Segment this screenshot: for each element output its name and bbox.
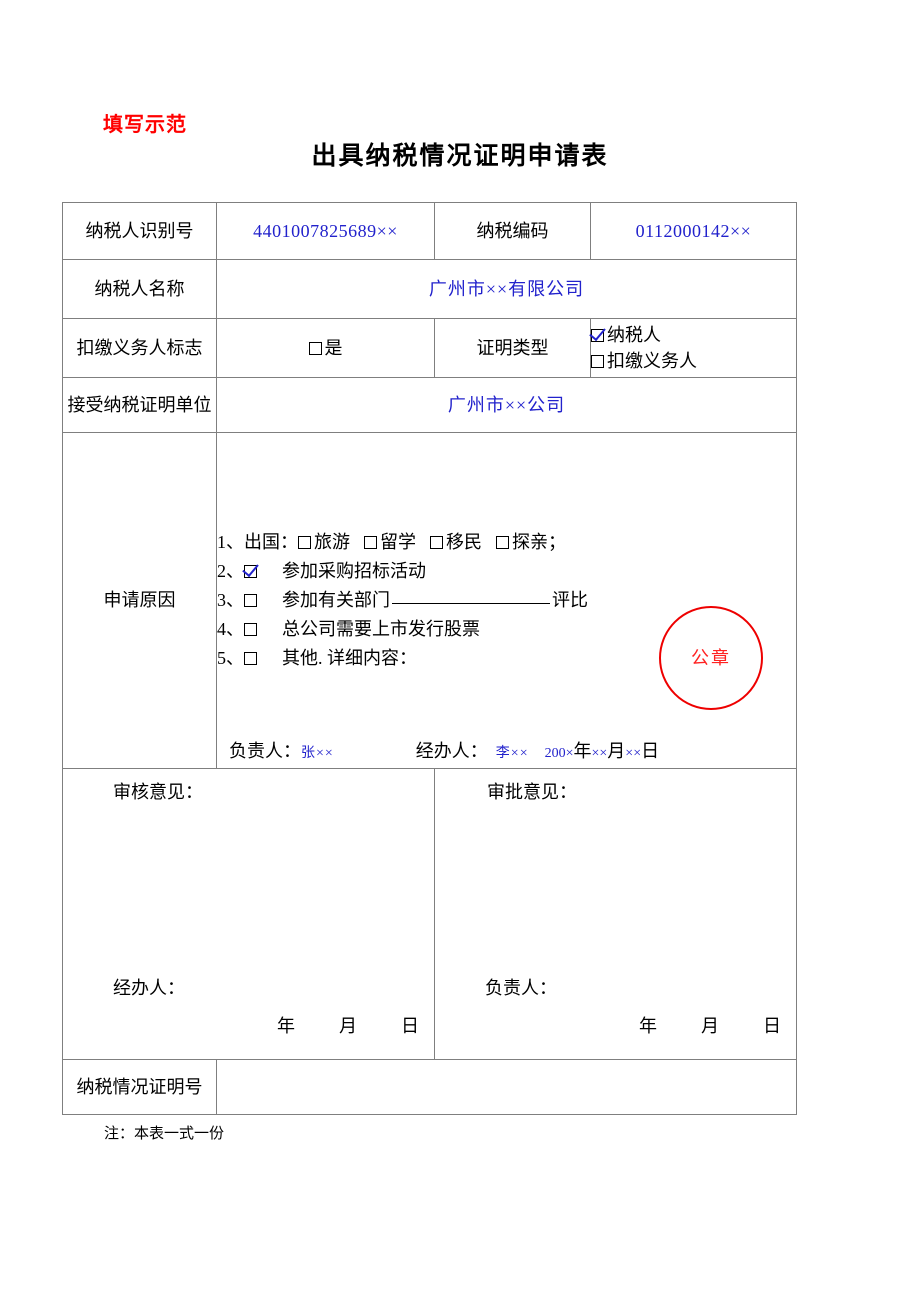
reason-3-number: 3、 <box>217 589 244 610</box>
cert-type-option-taxpayer[interactable]: 纳税人 <box>591 322 796 348</box>
reason-1-text: 出国： <box>244 531 298 552</box>
reason-label: 申请原因 <box>62 432 217 769</box>
sample-label: 填写示范 <box>103 114 187 136</box>
checkbox-icon-other[interactable] <box>244 652 257 666</box>
signature-row: 负责人：张×× 经办人： 李×× 200×年××月××日 <box>229 738 769 764</box>
table-row-withholding-flag: 扣缴义务人标志 是 证明类型 纳税人 扣缴义务人 <box>62 318 797 378</box>
checkbox-icon-visit-relatives[interactable] <box>496 535 509 549</box>
taxpayer-id-label: 纳税人识别号 <box>62 202 217 260</box>
approval-date-day: 日 <box>763 1015 782 1036</box>
handler-label: 经办人： <box>415 740 488 761</box>
signature-date-year-value[interactable]: 200× <box>545 746 574 761</box>
review-opinion-label: 审核意见： <box>113 782 203 802</box>
document-page: 填写示范 出具纳税情况证明申请表 纳税人识别号 4401007825689×× … <box>0 0 920 1302</box>
handler-value[interactable]: 李×× <box>496 746 529 761</box>
approval-date-year: 年 <box>639 1015 658 1036</box>
reason-4-text: 总公司需要上市发行股票 <box>282 619 480 640</box>
receiving-unit-value[interactable]: 广州市××公司 <box>216 377 797 433</box>
approval-responsible-label: 负责人： <box>485 977 557 998</box>
reason-5-text: 其他. 详细内容： <box>282 648 417 669</box>
review-date-line[interactable]: 年月日 <box>277 1013 420 1039</box>
official-seal-stamp: 公章 <box>659 606 763 710</box>
approval-opinion-cell[interactable]: 审批意见： 负责人： 年 月 日 <box>434 768 797 1060</box>
reason-content: 1、出国： 旅游 留学 移民 探亲； 2、 参加采购招标活动 3、 参加有关部门 评比 4、 总… <box>216 432 797 769</box>
cert-type-options: 纳税人 扣缴义务人 <box>590 318 797 378</box>
checkbox-icon-stock-issuance[interactable] <box>244 623 257 637</box>
reason-5-number: 5、 <box>217 648 244 669</box>
cert-type-option-1-label: 纳税人 <box>607 324 661 345</box>
footer-note: 注：本表一式一份 <box>104 1126 225 1142</box>
responsible-person-label: 负责人： <box>229 740 301 761</box>
reason-3-text-before: 参加有关部门 <box>282 589 390 610</box>
signature-date-month-value[interactable]: ×× <box>592 746 608 761</box>
cert-number-label: 纳税情况证明号 <box>62 1059 217 1115</box>
signature-date-month-char: 月 <box>607 740 626 761</box>
seal-text: 公章 <box>691 647 731 668</box>
reason-1-option-1: 旅游 <box>314 531 350 552</box>
reason-1-number: 1、 <box>217 531 244 552</box>
checkbox-checked-icon-taxpayer[interactable] <box>591 328 604 342</box>
cert-type-option-withholding-agent[interactable]: 扣缴义务人 <box>591 348 796 374</box>
withholding-yes-label: 是 <box>324 337 343 358</box>
reason-3-blank-input[interactable] <box>392 602 550 604</box>
review-handler-label: 经办人： <box>113 977 185 998</box>
tax-code-value[interactable]: 0112000142×× <box>590 202 797 260</box>
withholding-flag-option[interactable]: 是 <box>216 318 435 378</box>
table-row-opinions: 审核意见： 经办人： 年 月 日 审批意见： 负责人： 年 月 日 <box>62 768 797 1060</box>
reason-item-1[interactable]: 1、出国： 旅游 留学 移民 探亲； <box>217 528 796 557</box>
checkbox-icon-withholding-yes[interactable] <box>308 341 322 355</box>
table-row-reason: 申请原因 1、出国： 旅游 留学 移民 探亲； 2、 参加采购招标活动 3、 参加有关部门 评… <box>62 432 797 769</box>
reason-2-number: 2、 <box>217 560 244 581</box>
cert-type-option-2-label: 扣缴义务人 <box>607 351 697 371</box>
review-date-year: 年 <box>277 1015 296 1036</box>
review-date-day: 日 <box>401 1015 420 1036</box>
reason-4-number: 4、 <box>217 619 244 640</box>
checkbox-icon-department-appraisal[interactable] <box>244 593 257 607</box>
signature-date-day-char: 日 <box>641 740 660 761</box>
approval-opinion-label: 审批意见： <box>487 782 577 802</box>
review-date-month: 月 <box>339 1015 358 1036</box>
withholding-flag-label: 扣缴义务人标志 <box>62 318 217 378</box>
cert-type-label: 证明类型 <box>434 318 591 378</box>
table-row-taxpayer-id: 纳税人识别号 4401007825689×× 纳税编码 0112000142×× <box>62 202 797 260</box>
responsible-person-value[interactable]: 张×× <box>301 746 334 761</box>
reason-1-option-4: 探亲； <box>512 531 566 552</box>
approval-date-month: 月 <box>701 1015 720 1036</box>
reason-1-option-3: 移民 <box>446 531 482 552</box>
checkbox-icon-study[interactable] <box>364 535 377 549</box>
checkbox-icon-immigration[interactable] <box>430 535 443 549</box>
reason-2-text: 参加采购招标活动 <box>282 560 426 581</box>
taxpayer-name-value[interactable]: 广州市××有限公司 <box>216 259 797 319</box>
table-row-taxpayer-name: 纳税人名称 广州市××有限公司 <box>62 259 797 319</box>
signature-date-year-char: 年 <box>573 740 592 761</box>
taxpayer-id-value[interactable]: 4401007825689×× <box>216 202 435 260</box>
signature-date-day-value[interactable]: ×× <box>625 746 641 761</box>
taxpayer-name-label: 纳税人名称 <box>62 259 217 319</box>
reason-1-option-2: 留学 <box>380 531 416 552</box>
reason-3-text-after: 评比 <box>552 589 588 610</box>
table-row-cert-number: 纳税情况证明号 <box>62 1059 797 1115</box>
page-title: 出具纳税情况证明申请表 <box>311 143 609 170</box>
reason-item-2[interactable]: 2、 参加采购招标活动 <box>217 557 796 586</box>
receiving-unit-label: 接受纳税证明单位 <box>62 377 217 433</box>
table-row-receiving-unit: 接受纳税证明单位 广州市××公司 <box>62 377 797 433</box>
approval-date-line[interactable]: 年月日 <box>639 1013 782 1039</box>
checkbox-icon-withholding-agent[interactable] <box>591 355 604 368</box>
cert-number-value[interactable] <box>216 1059 797 1115</box>
review-opinion-cell[interactable]: 审核意见： 经办人： 年 月 日 <box>62 768 435 1060</box>
tax-code-label: 纳税编码 <box>434 202 591 260</box>
application-form-table: 纳税人识别号 4401007825689×× 纳税编码 0112000142××… <box>62 202 797 1115</box>
checkbox-icon-travel[interactable] <box>298 535 311 549</box>
checkbox-checked-icon-procurement-bidding[interactable] <box>244 564 257 578</box>
